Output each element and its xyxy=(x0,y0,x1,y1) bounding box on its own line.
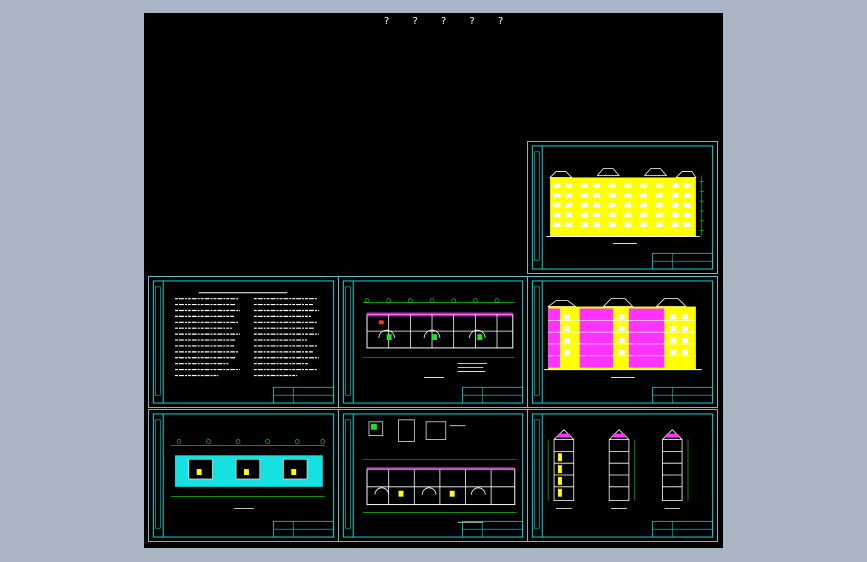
building-elevation-yellow-icon xyxy=(531,145,714,270)
sheet-elevation-2[interactable] xyxy=(527,276,718,408)
sheet-elevation-1[interactable] xyxy=(527,141,718,274)
floor-plan-with-details-icon xyxy=(342,413,524,538)
text-notes-icon xyxy=(152,280,335,404)
building-sections-icon xyxy=(531,413,714,538)
sheet-floor-plan-1[interactable] xyxy=(338,276,528,408)
sheet-sections[interactable] xyxy=(527,409,718,542)
drawing-canvas[interactable]: ? ? ? ? ? xyxy=(144,13,723,548)
sheet-floor-plan-cyan[interactable] xyxy=(148,409,339,542)
floor-plan-filled-icon xyxy=(152,413,335,538)
sheet-general-notes[interactable] xyxy=(148,276,339,408)
drawing-title: ? ? ? ? ? xyxy=(384,16,514,27)
sheet-floor-plan-details[interactable] xyxy=(338,409,528,542)
floor-plan-icon xyxy=(342,280,524,404)
building-elevation-magenta-icon xyxy=(531,280,714,404)
